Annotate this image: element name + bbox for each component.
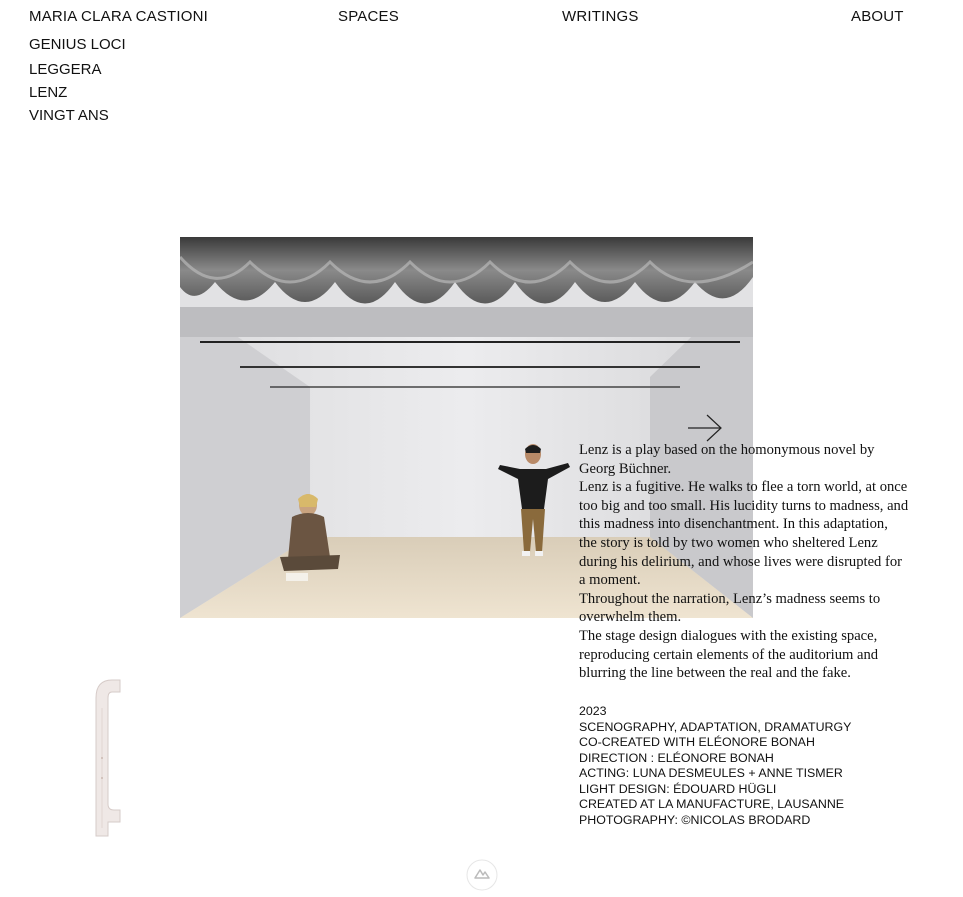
description-paragraph: Throughout the narration, Lenz’s madness… [579, 590, 881, 626]
nav-about-link[interactable]: ABOUT [851, 8, 904, 26]
credit-line: DIRECTION : ELÉONORE BONAH [579, 750, 774, 765]
description-paragraph: Lenz is a play based on the homonymous n… [579, 442, 875, 477]
site-logo[interactable] [465, 858, 499, 892]
project-link-lenz[interactable]: LENZ [29, 84, 67, 102]
project-credits: 2023 SCENOGRAPHY, ADAPTATION, DRAMATURGY… [579, 704, 919, 828]
credit-line: ACTING: LUNA DESMEULES + ANNE TISMER [579, 766, 843, 780]
project-link-leggera[interactable]: LEGGERA [29, 61, 102, 79]
credit-line: CREATED AT LA MANUFACTURE, LAUSANNE [579, 797, 845, 811]
pipe-object-image [95, 679, 121, 837]
credit-line: PHOTOGRAPHY: ©NICOLAS BRODARD [579, 812, 811, 827]
nav-home-link[interactable]: MARIA CLARA CASTIONI [29, 8, 208, 26]
object-thumbnail[interactable] [90, 678, 126, 838]
arrow-right-icon [688, 414, 722, 442]
project-link-vingt-ans[interactable]: VINGT ANS [29, 107, 109, 125]
nav-writings-link[interactable]: WRITINGS [562, 8, 639, 26]
credit-line: LIGHT DESIGN: ÉDOUARD HÜGLI [579, 781, 777, 796]
site-logo-icon [466, 859, 498, 891]
project-link-genius-loci[interactable]: GENIUS LOCI [29, 36, 126, 54]
next-image-arrow[interactable] [686, 413, 724, 443]
project-description: Lenz is a play based on the homonymous n… [579, 441, 909, 683]
credit-line: SCENOGRAPHY, ADAPTATION, DRAMATURGY [579, 719, 852, 734]
description-paragraph: The stage design dialogues with the exis… [579, 627, 879, 682]
credit-year: 2023 [579, 704, 607, 718]
description-paragraph: Lenz is a fugitive. He walks to flee a t… [579, 479, 909, 589]
nav-spaces-link[interactable]: SPACES [338, 8, 399, 26]
credit-line: CO-CREATED WITH ELÉONORE BONAH [579, 735, 815, 749]
